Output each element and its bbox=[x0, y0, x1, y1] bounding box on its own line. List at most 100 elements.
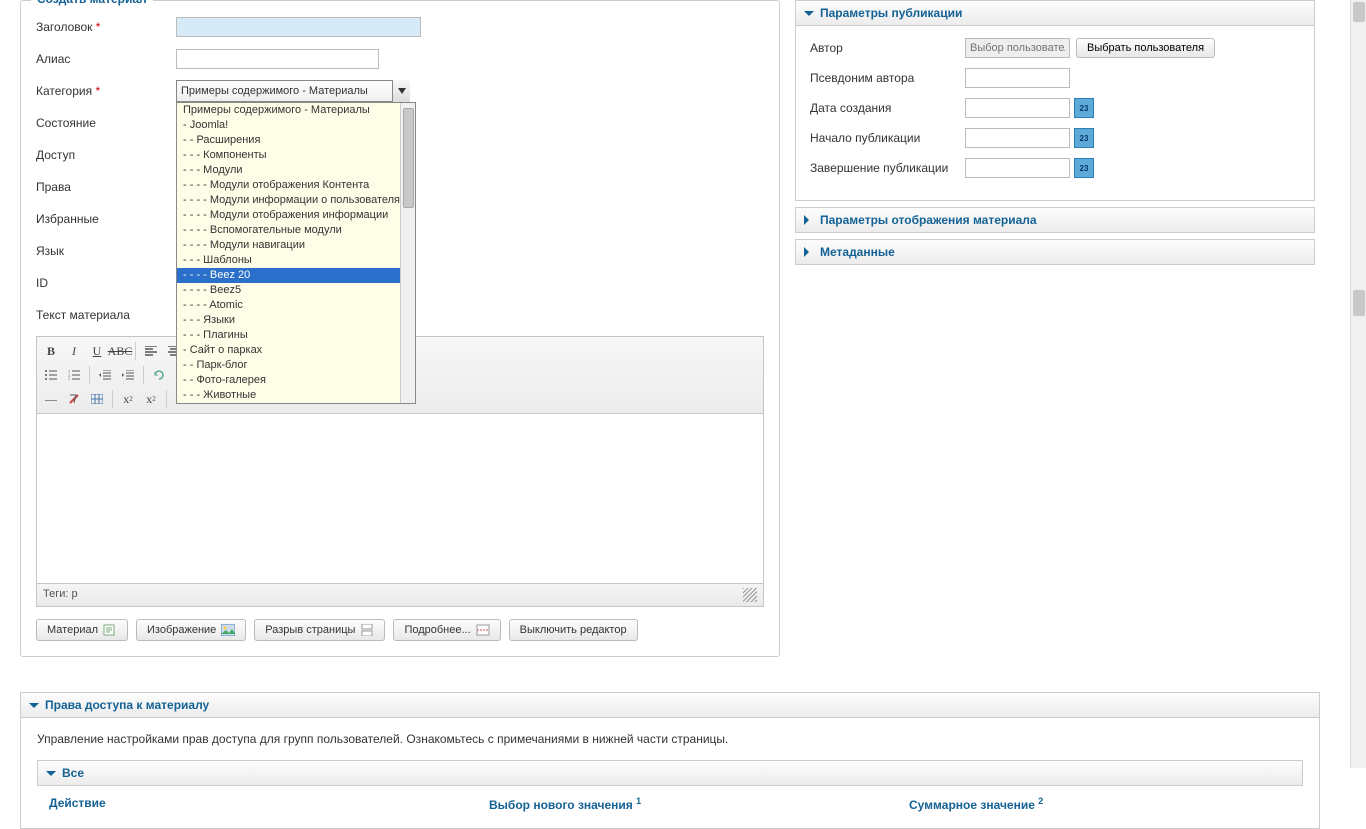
display-panel: Параметры отображения материала bbox=[795, 207, 1315, 233]
align-left-button[interactable] bbox=[141, 341, 161, 361]
editor-statusbar: Теги: p bbox=[36, 584, 764, 607]
subscript-button[interactable]: x2 bbox=[118, 389, 138, 409]
category-option[interactable]: - - - - Beez5 bbox=[177, 283, 415, 298]
create-material-legend: Создать материал bbox=[31, 0, 153, 6]
table-button[interactable] bbox=[87, 389, 107, 409]
author-label: Автор bbox=[810, 41, 965, 55]
access-label: Доступ bbox=[36, 148, 176, 162]
permissions-header[interactable]: Права доступа к материалу bbox=[21, 693, 1319, 718]
category-option[interactable]: - - - - Модули навигации bbox=[177, 238, 415, 253]
metadata-panel-header[interactable]: Метаданные bbox=[796, 240, 1314, 264]
title-input[interactable] bbox=[176, 17, 421, 37]
chevron-down-icon bbox=[804, 11, 814, 16]
language-label: Язык bbox=[36, 244, 176, 258]
publishing-panel-header[interactable]: Параметры публикации bbox=[796, 1, 1314, 26]
italic-button[interactable]: I bbox=[64, 341, 84, 361]
alias-input[interactable] bbox=[176, 49, 379, 69]
category-label: Категория * bbox=[36, 84, 176, 98]
category-option[interactable]: - - Парк-блог bbox=[177, 358, 415, 373]
pub-start-input[interactable] bbox=[965, 128, 1070, 148]
strike-button[interactable]: ABC bbox=[110, 341, 130, 361]
alias-label: Алиас bbox=[36, 52, 176, 66]
insert-material-button[interactable]: Материал bbox=[36, 619, 128, 641]
category-option[interactable]: - Сайт о парках bbox=[177, 343, 415, 358]
permissions-table-header: Действие Выбор нового значения 1 Суммарн… bbox=[37, 786, 1303, 818]
pagebreak-icon bbox=[360, 624, 374, 636]
category-option[interactable]: Примеры содержимого - Материалы bbox=[177, 103, 415, 118]
editor-textarea[interactable] bbox=[36, 414, 764, 584]
featured-label: Избранные bbox=[36, 212, 176, 226]
category-option[interactable]: - - - - Atomic bbox=[177, 298, 415, 313]
insert-image-button[interactable]: Изображение bbox=[136, 619, 246, 641]
chevron-down-icon bbox=[29, 703, 39, 708]
created-label: Дата создания bbox=[810, 101, 965, 115]
perm-col-calc: Суммарное значение 2 bbox=[909, 796, 1291, 812]
create-material-fieldset: Создать материал Заголовок * Алиас Катег… bbox=[20, 0, 780, 657]
perm-col-new: Выбор нового значения 1 bbox=[489, 796, 909, 812]
perm-col-action: Действие bbox=[49, 796, 489, 812]
category-option[interactable]: - - - Животные bbox=[177, 388, 415, 403]
created-input[interactable] bbox=[965, 98, 1070, 118]
chevron-right-icon bbox=[804, 247, 814, 257]
rights-label: Права bbox=[36, 180, 176, 194]
title-label: Заголовок * bbox=[36, 20, 176, 34]
readmore-icon bbox=[476, 624, 490, 636]
readmore-button[interactable]: Подробнее... bbox=[393, 619, 500, 641]
category-option[interactable]: - - - Модули bbox=[177, 163, 415, 178]
author-alias-label: Псевдоним автора bbox=[810, 71, 965, 85]
category-option[interactable]: - - - - Модули отображения Контента bbox=[177, 178, 415, 193]
toggle-editor-button[interactable]: Выключить редактор bbox=[509, 619, 638, 641]
metadata-panel: Метаданные bbox=[795, 239, 1315, 265]
category-select[interactable]: Примеры содержимого - Материалы Примеры … bbox=[176, 80, 410, 102]
category-option[interactable]: - - - - Модули информации о пользователя… bbox=[177, 193, 415, 208]
category-option[interactable]: - - - Шаблоны bbox=[177, 253, 415, 268]
select-user-button[interactable]: Выбрать пользователя bbox=[1076, 38, 1215, 58]
category-option[interactable]: - - - Плагины bbox=[177, 328, 415, 343]
permissions-group-header[interactable]: Все bbox=[37, 760, 1303, 786]
remove-format-button[interactable] bbox=[64, 389, 84, 409]
dropdown-arrow-icon[interactable] bbox=[392, 80, 410, 102]
svg-text:3: 3 bbox=[68, 377, 70, 380]
chevron-down-icon bbox=[46, 771, 56, 776]
superscript-button[interactable]: x2 bbox=[141, 389, 161, 409]
bold-button[interactable]: B bbox=[41, 341, 61, 361]
pub-end-input[interactable] bbox=[965, 158, 1070, 178]
author-alias-input[interactable] bbox=[965, 68, 1070, 88]
display-panel-header[interactable]: Параметры отображения материала bbox=[796, 208, 1314, 232]
ol-button[interactable]: 123 bbox=[64, 365, 84, 385]
category-option[interactable]: - - Расширения bbox=[177, 133, 415, 148]
state-label: Состояние bbox=[36, 116, 176, 130]
outdent-button[interactable] bbox=[95, 365, 115, 385]
permissions-desc: Управление настройками прав доступа для … bbox=[37, 732, 1303, 746]
undo-button[interactable] bbox=[149, 365, 169, 385]
category-option[interactable]: - - Фото-галерея bbox=[177, 373, 415, 388]
category-dropdown-list[interactable]: Примеры содержимого - Материалы- Joomla!… bbox=[176, 102, 416, 404]
pub-end-label: Завершение публикации bbox=[810, 161, 965, 175]
chevron-right-icon bbox=[804, 215, 814, 225]
underline-button[interactable]: U bbox=[87, 341, 107, 361]
author-input[interactable] bbox=[965, 38, 1070, 58]
body-label: Текст материала bbox=[36, 308, 176, 322]
category-option[interactable]: - Joomla! bbox=[177, 118, 415, 133]
category-option[interactable]: - - - - Beez 20 bbox=[177, 268, 415, 283]
document-icon bbox=[103, 624, 117, 636]
dropdown-scrollbar[interactable] bbox=[400, 103, 415, 403]
ul-button[interactable] bbox=[41, 365, 61, 385]
category-option[interactable]: - - - - Вспомогательные модули bbox=[177, 223, 415, 238]
resize-handle-icon[interactable] bbox=[743, 588, 757, 602]
calendar-icon[interactable] bbox=[1074, 98, 1094, 118]
calendar-icon[interactable] bbox=[1074, 128, 1094, 148]
category-option[interactable]: - - - Компоненты bbox=[177, 148, 415, 163]
hr-button[interactable]: — bbox=[41, 389, 61, 409]
page-scrollbar[interactable] bbox=[1350, 0, 1366, 768]
indent-button[interactable] bbox=[118, 365, 138, 385]
id-label: ID bbox=[36, 276, 176, 290]
image-icon bbox=[221, 624, 235, 636]
publishing-panel: Параметры публикации Автор Выбрать польз… bbox=[795, 0, 1315, 201]
permissions-panel: Права доступа к материалу Управление нас… bbox=[20, 692, 1320, 829]
pagebreak-button[interactable]: Разрыв страницы bbox=[254, 619, 385, 641]
calendar-icon[interactable] bbox=[1074, 158, 1094, 178]
category-option[interactable]: - - - - Модули отображения информации bbox=[177, 208, 415, 223]
pub-start-label: Начало публикации bbox=[810, 131, 965, 145]
category-option[interactable]: - - - Языки bbox=[177, 313, 415, 328]
